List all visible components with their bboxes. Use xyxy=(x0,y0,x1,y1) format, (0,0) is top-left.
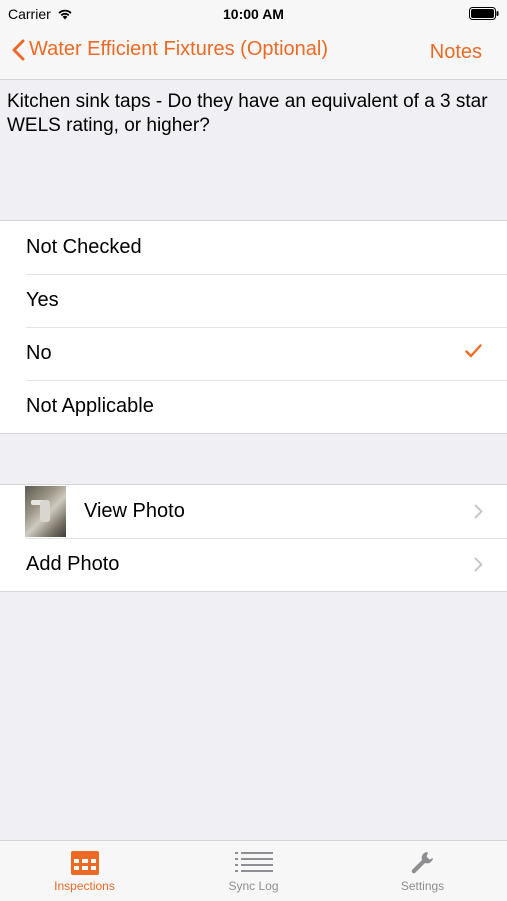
back-button[interactable]: Water Efficient Fixtures (Optional) xyxy=(12,38,328,61)
status-time: 10:00 AM xyxy=(223,6,284,22)
status-bar: Carrier 10:00 AM xyxy=(0,0,507,28)
view-photo-label: View Photo xyxy=(84,500,185,522)
tab-inspections[interactable]: Inspections xyxy=(0,841,169,901)
add-photo-row[interactable]: Add Photo xyxy=(0,538,507,591)
thumbnail-tap-body xyxy=(40,500,50,522)
tab-bar: Inspections Sync Log Settings xyxy=(0,840,507,901)
option-yes[interactable]: Yes xyxy=(0,274,507,327)
chevron-right-icon xyxy=(474,504,483,519)
tab-sync-log[interactable]: Sync Log xyxy=(169,841,338,901)
battery-icon xyxy=(469,7,499,20)
question-text: Kitchen sink taps - Do they have an equi… xyxy=(7,91,488,136)
answer-options: Not Checked Yes No Not Applicable xyxy=(0,220,507,434)
navigation-bar: Water Efficient Fixtures (Optional) Note… xyxy=(0,28,507,80)
calendar-icon xyxy=(70,851,99,875)
chevron-left-icon xyxy=(12,39,25,60)
list-icon xyxy=(234,852,273,872)
view-photo-row[interactable]: View Photo xyxy=(0,485,507,538)
option-label: No xyxy=(26,342,52,364)
tab-label: Sync Log xyxy=(228,879,279,893)
chevron-right-icon xyxy=(474,557,483,572)
notes-button[interactable]: Notes xyxy=(430,41,482,64)
option-label: Not Applicable xyxy=(26,395,154,417)
tab-settings[interactable]: Settings xyxy=(338,841,507,901)
photo-section: View Photo Add Photo xyxy=(0,484,507,592)
option-not-checked[interactable]: Not Checked xyxy=(0,221,507,274)
option-label: Yes xyxy=(26,289,59,311)
tab-label: Settings xyxy=(400,879,445,893)
tab-label: Inspections xyxy=(54,879,115,893)
option-label: Not Checked xyxy=(26,236,142,258)
checkmark-icon xyxy=(465,344,482,358)
option-no[interactable]: No xyxy=(0,327,507,380)
back-button-label: Water Efficient Fixtures (Optional) xyxy=(29,38,328,60)
add-photo-label: Add Photo xyxy=(26,553,120,575)
wrench-icon xyxy=(411,852,433,874)
option-not-applicable[interactable]: Not Applicable xyxy=(0,380,507,433)
photo-thumbnail xyxy=(25,486,66,537)
